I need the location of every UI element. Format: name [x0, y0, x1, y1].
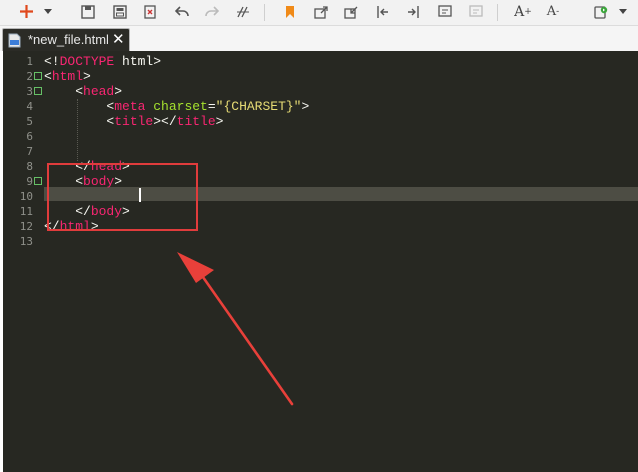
highlight-box [47, 163, 198, 231]
annotation-arrow [177, 252, 294, 406]
annotation-overlay [47, 163, 294, 406]
